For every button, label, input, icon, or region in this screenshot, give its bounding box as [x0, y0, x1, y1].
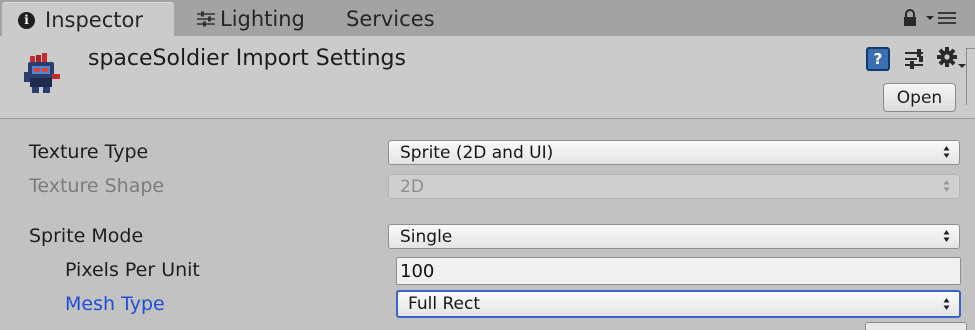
header-divider — [966, 48, 975, 105]
dropdown-arrows-icon — [943, 230, 950, 242]
tab-services-label: Services — [346, 7, 435, 31]
asset-title: spaceSoldier Import Settings — [88, 46, 406, 71]
mesh-type-label: Mesh Type — [65, 293, 165, 315]
texture-type-value: Sprite (2D and UI) — [400, 142, 554, 163]
texture-shape-label: Texture Shape — [29, 175, 165, 197]
mesh-type-value: Full Rect — [408, 294, 480, 314]
mesh-type-dropdown[interactable]: Full Rect — [396, 290, 961, 318]
texture-type-label: Texture Type — [29, 141, 149, 163]
dropdown-arrows-icon — [943, 298, 950, 310]
tab-inspector[interactable]: i Inspector — [2, 2, 174, 37]
menu-icon[interactable] — [924, 10, 958, 26]
tab-inspector-label: Inspector — [45, 8, 143, 32]
dropdown-arrows-icon — [943, 146, 950, 158]
pixels-per-unit-label: Pixels Per Unit — [65, 259, 200, 281]
open-button[interactable]: Open — [883, 83, 956, 112]
tab-services[interactable]: Services — [346, 2, 456, 36]
texture-shape-value: 2D — [400, 176, 424, 197]
tab-bar: i Inspector Lighting Services — [0, 0, 975, 37]
tab-lighting-label: Lighting — [220, 7, 305, 31]
sprite-thumbnail-icon — [24, 53, 60, 93]
sprite-mode-dropdown[interactable]: Single — [388, 224, 960, 249]
gear-icon[interactable] — [936, 46, 966, 72]
texture-type-dropdown[interactable]: Sprite (2D and UI) — [388, 140, 960, 165]
lighting-icon — [197, 11, 215, 27]
texture-shape-dropdown: 2D — [388, 174, 960, 199]
dropdown-arrows-icon — [943, 180, 950, 192]
pixels-per-unit-field[interactable]: 100 — [396, 257, 961, 285]
lock-icon[interactable] — [902, 9, 918, 27]
tab-lighting[interactable]: Lighting — [192, 2, 322, 36]
inspector-header: spaceSoldier Import Settings ? Open — [0, 36, 975, 119]
preset-icon[interactable] — [902, 47, 926, 71]
info-icon: i — [18, 11, 35, 29]
help-icon[interactable]: ? — [866, 47, 890, 71]
sprite-mode-label: Sprite Mode — [29, 225, 144, 247]
sprite-mode-value: Single — [400, 226, 453, 247]
